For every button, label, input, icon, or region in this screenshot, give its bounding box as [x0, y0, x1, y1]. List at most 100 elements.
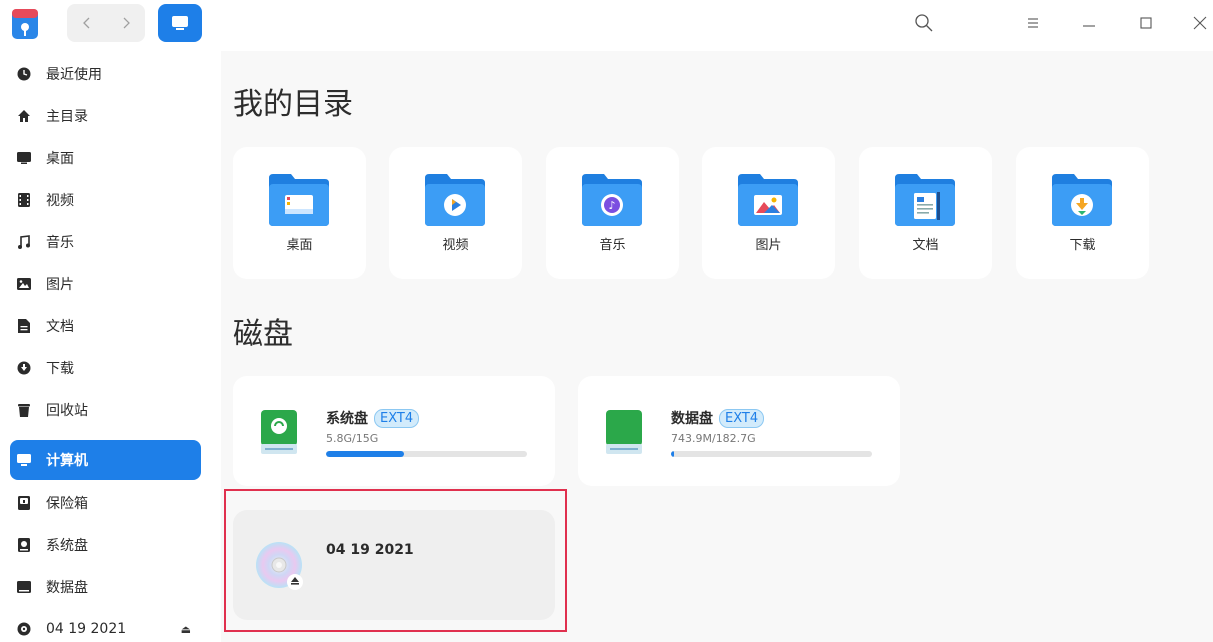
- desktop-folder-icon: [267, 172, 331, 228]
- disk-icon: [16, 579, 32, 595]
- dir-card-videos[interactable]: 视频: [389, 147, 522, 279]
- sidebar-item-data-disk[interactable]: 数据盘: [10, 567, 201, 607]
- sidebar-item-label: 最近使用: [46, 67, 102, 83]
- optical-disc-icon: [16, 621, 32, 637]
- dir-label: 视频: [442, 238, 469, 253]
- sidebar-item-downloads[interactable]: 下载: [10, 348, 201, 388]
- disk-usage-text: 743.9M/182.7G: [671, 432, 756, 445]
- sidebar-item-label: 图片: [46, 277, 74, 293]
- minimize-icon: [1083, 25, 1095, 27]
- svg-text:♪: ♪: [608, 199, 615, 212]
- dir-label: 下载: [1069, 238, 1096, 253]
- filesystem-badge: EXT4: [719, 408, 765, 428]
- disks-title: 磁盘: [233, 317, 293, 352]
- maximize-button[interactable]: [1131, 8, 1161, 38]
- sidebar-item-label: 回收站: [46, 403, 88, 419]
- music-icon: [16, 234, 32, 250]
- computer-icon: [16, 452, 32, 468]
- disk-card-data[interactable]: 数据盘 EXT4 743.9M/182.7G: [578, 376, 900, 486]
- chevron-right-icon: [123, 17, 130, 29]
- chevron-left-icon: [82, 17, 89, 29]
- clock-icon: [16, 66, 32, 82]
- main-content: 我的目录 桌面 视频 ♪ 音乐 图片 文档 下载 磁盘 系统盘 EXT4 5.8…: [221, 51, 1213, 642]
- disk-card-system[interactable]: 系统盘 EXT4 5.8G/15G: [233, 376, 555, 486]
- dir-label: 音乐: [599, 238, 626, 253]
- sidebar-item-pictures[interactable]: 图片: [10, 264, 201, 304]
- sidebar-item-system-disk[interactable]: 系统盘: [10, 525, 201, 565]
- navigation-buttons: [67, 4, 145, 42]
- maximize-icon: [1140, 17, 1152, 29]
- close-icon: [1193, 16, 1207, 30]
- dir-label: 文档: [912, 238, 939, 253]
- desktop-icon: [16, 150, 32, 166]
- video-icon: [16, 192, 32, 208]
- sidebar-item-music[interactable]: 音乐: [10, 222, 201, 262]
- dir-label: 桌面: [286, 238, 313, 253]
- dir-card-documents[interactable]: 文档: [859, 147, 992, 279]
- picture-folder-icon: [736, 172, 800, 228]
- eject-icon[interactable]: ⏏: [181, 623, 191, 636]
- disk-name-label: 数据盘: [671, 411, 713, 427]
- close-button[interactable]: [1185, 8, 1213, 38]
- dir-card-desktop[interactable]: 桌面: [233, 147, 366, 279]
- file-manager-logo-icon: [10, 5, 40, 43]
- sidebar-item-home[interactable]: 主目录: [10, 96, 201, 136]
- sidebar-item-label: 下载: [46, 361, 74, 377]
- document-folder-icon: [893, 172, 957, 228]
- dir-card-pictures[interactable]: 图片: [702, 147, 835, 279]
- sidebar-item-label: 桌面: [46, 151, 74, 167]
- disk-usage-bar: [326, 451, 527, 457]
- document-icon: [16, 318, 32, 334]
- sidebar: 最近使用 主目录 桌面 视频 音乐 图片 文档 下载 回收站 计算机 保险箱 系…: [0, 51, 221, 642]
- sidebar-item-recent[interactable]: 最近使用: [10, 54, 201, 94]
- data-disk-icon: [604, 408, 644, 456]
- video-folder-icon: [423, 172, 487, 228]
- sidebar-item-label: 系统盘: [46, 538, 88, 554]
- sidebar-item-vault[interactable]: 保险箱: [10, 483, 201, 523]
- trash-icon: [16, 402, 32, 418]
- disk-usage-text: 5.8G/15G: [326, 432, 379, 445]
- search-icon: [915, 14, 933, 32]
- search-button[interactable]: [909, 8, 939, 38]
- system-disk-icon: [259, 408, 299, 456]
- music-folder-icon: ♪: [580, 172, 644, 228]
- disk-name-label: 系统盘: [326, 411, 368, 427]
- sidebar-item-label: 保险箱: [46, 496, 88, 512]
- dir-label: 图片: [755, 238, 782, 253]
- sidebar-item-videos[interactable]: 视频: [10, 180, 201, 220]
- disk-usage-fill: [326, 451, 404, 457]
- selection-highlight: [224, 489, 567, 632]
- back-button[interactable]: [67, 4, 106, 42]
- disk-name: 数据盘 EXT4: [671, 408, 765, 428]
- filesystem-badge: EXT4: [374, 408, 420, 428]
- sidebar-item-label: 视频: [46, 193, 74, 209]
- menu-button[interactable]: [1018, 8, 1048, 38]
- download-icon: [16, 360, 32, 376]
- sidebar-item-label: 数据盘: [46, 580, 88, 596]
- my-directories-title: 我的目录: [233, 87, 353, 122]
- sidebar-item-documents[interactable]: 文档: [10, 306, 201, 346]
- forward-button[interactable]: [106, 4, 145, 42]
- home-icon: [16, 108, 32, 124]
- computer-icon: [172, 16, 188, 30]
- dir-card-downloads[interactable]: 下载: [1016, 147, 1149, 279]
- menu-icon: [1028, 18, 1038, 28]
- sidebar-item-label: 主目录: [46, 109, 88, 125]
- sidebar-item-trash[interactable]: 回收站: [10, 390, 201, 430]
- dir-card-music[interactable]: ♪ 音乐: [546, 147, 679, 279]
- sidebar-item-desktop[interactable]: 桌面: [10, 138, 201, 178]
- sidebar-item-label: 计算机: [46, 453, 88, 469]
- download-folder-icon: [1050, 172, 1114, 228]
- sidebar-item-optical-disc[interactable]: 04 19 2021 ⏏: [10, 609, 201, 642]
- vault-icon: [16, 495, 32, 511]
- computer-view-button[interactable]: [158, 4, 202, 42]
- title-bar: [0, 0, 1213, 51]
- disk-usage-fill: [671, 451, 674, 457]
- sidebar-item-computer[interactable]: 计算机: [10, 440, 201, 480]
- disk-icon: [16, 537, 32, 553]
- sidebar-item-label: 04 19 2021: [46, 621, 127, 637]
- sidebar-item-label: 文档: [46, 319, 74, 335]
- disk-usage-bar: [671, 451, 872, 457]
- minimize-button[interactable]: [1074, 8, 1104, 38]
- sidebar-item-label: 音乐: [46, 235, 74, 251]
